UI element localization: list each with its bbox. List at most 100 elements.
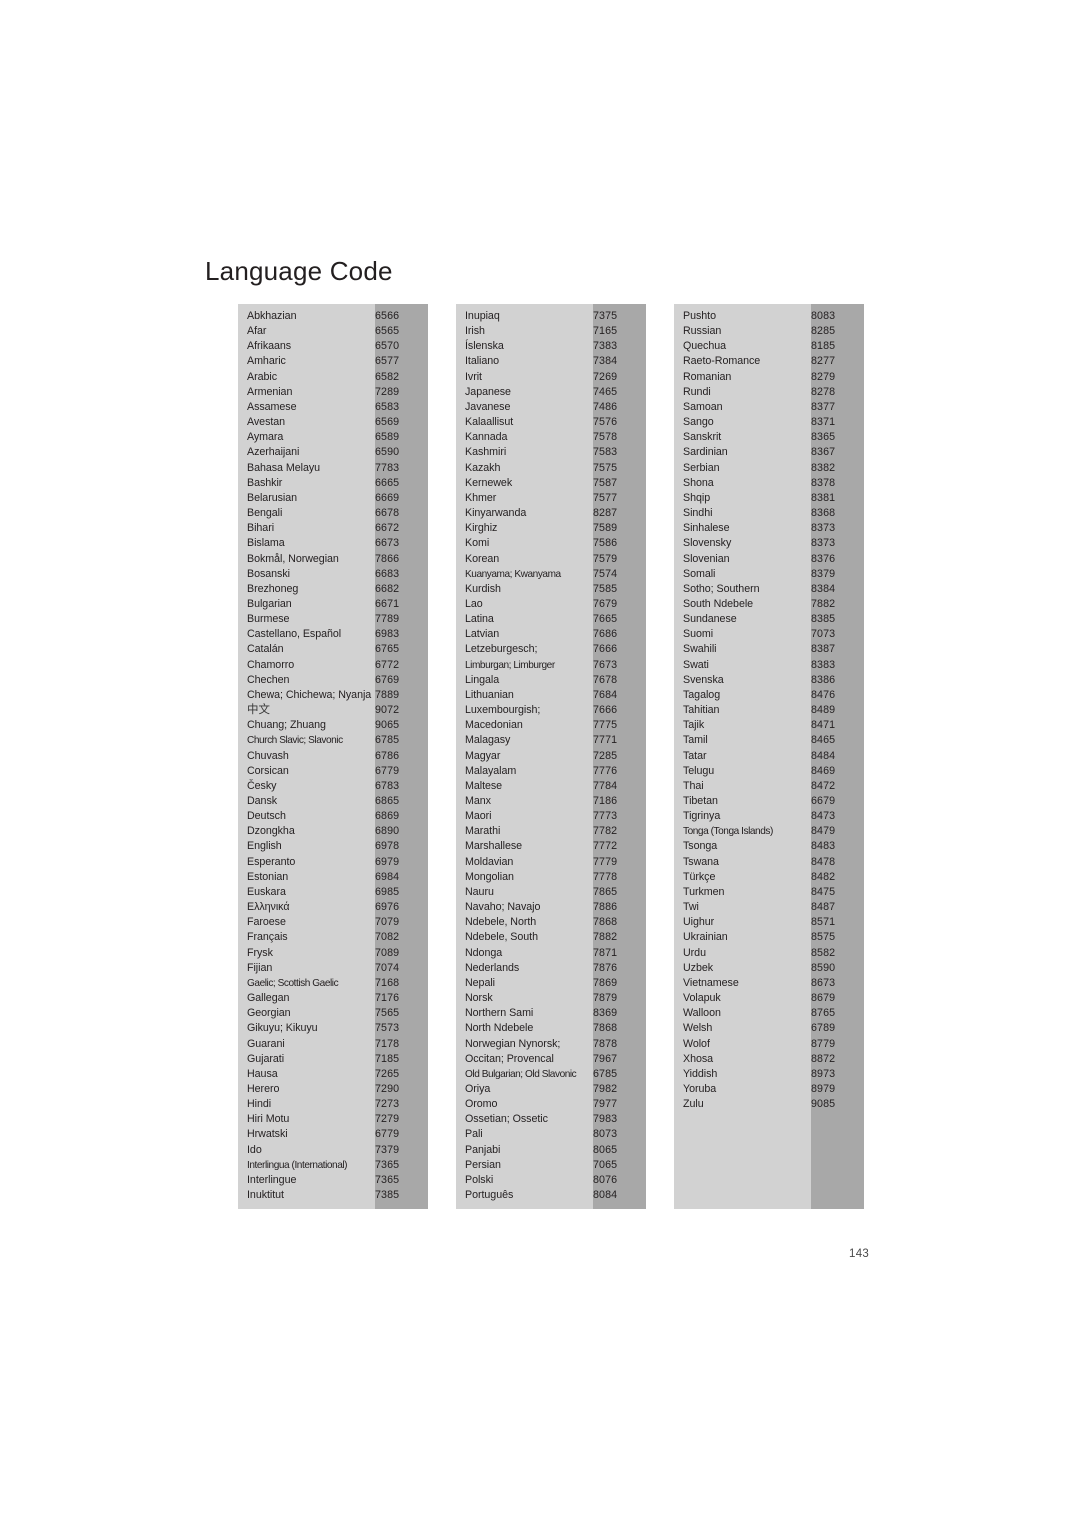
table-row: Norwegian Nynorsk; 7878 <box>456 1037 646 1052</box>
language-code-value: 8482 <box>811 870 836 883</box>
language-code-value: 8367 <box>811 446 836 459</box>
language-code-value: 7866 <box>375 552 400 565</box>
table-row: Français 7082 <box>238 930 428 945</box>
table-row: Wolof 8779 <box>674 1037 864 1052</box>
language-code-value: 7385 <box>375 1189 400 1202</box>
language-name: Kurdish <box>465 582 501 595</box>
language-code-value: 7573 <box>375 1022 400 1035</box>
language-code-value: 6765 <box>375 643 400 656</box>
table-row: Castellano, Español 6983 <box>238 627 428 642</box>
table-row: Dzongkha 6890 <box>238 824 428 839</box>
table-row: Deutsch 6869 <box>238 809 428 824</box>
table-row: Tigrinya 8473 <box>674 809 864 824</box>
language-name: Uzbek <box>683 961 714 974</box>
language-code-value: 8765 <box>811 1007 836 1020</box>
table-row: Bosanski 6683 <box>238 567 428 582</box>
language-name: Telugu <box>683 764 715 777</box>
language-name: Marshallese <box>465 840 523 853</box>
table-row: Kalaallisut 7576 <box>456 415 646 430</box>
language-name: Walloon <box>683 1007 721 1020</box>
language-name: Rundi <box>683 385 711 398</box>
table-row: Navaho; Navajo 7886 <box>456 900 646 915</box>
language-name: Lingala <box>465 673 500 686</box>
language-code-value: 6665 <box>375 476 400 489</box>
language-code-value: 7868 <box>593 1022 618 1035</box>
language-name: Yiddish <box>683 1067 718 1080</box>
language-code-value: 8465 <box>811 734 836 747</box>
language-code-value: 6779 <box>375 1128 400 1141</box>
language-code-value: 6985 <box>375 885 400 898</box>
language-code-value: 7977 <box>593 1098 618 1111</box>
language-name: Hindi <box>247 1098 272 1111</box>
language-code-value: 8973 <box>811 1067 836 1080</box>
table-row: Hrwatski 6779 <box>238 1127 428 1142</box>
language-name: Navaho; Navajo <box>465 901 541 914</box>
language-name: Tahitian <box>683 704 720 717</box>
table-row: Belarusian 6669 <box>238 491 428 506</box>
language-code-value: 7578 <box>593 431 618 444</box>
table-row: Ndebele, South 7882 <box>456 930 646 945</box>
language-code-value: 7775 <box>593 719 618 732</box>
language-code-value: 7967 <box>593 1052 618 1065</box>
table-row: Lingala 7678 <box>456 673 646 688</box>
language-name: Frysk <box>247 946 273 959</box>
language-name: Burmese <box>247 613 290 626</box>
language-name: Xhosa <box>683 1052 714 1065</box>
language-code-value: 6779 <box>375 764 400 777</box>
table-row: Nederlands 7876 <box>456 961 646 976</box>
language-name: Assamese <box>247 400 297 413</box>
language-code-value: 6590 <box>375 446 400 459</box>
language-code-value: 8379 <box>811 567 836 580</box>
language-name: Castellano, Español <box>247 628 342 641</box>
language-name: Tigrinya <box>683 810 721 823</box>
language-code-value: 7079 <box>375 916 400 929</box>
language-name: Javanese <box>465 400 511 413</box>
language-code-value: 7576 <box>593 416 618 429</box>
language-code-column: Abkhazian 6566 Afar 6565 Afrikaans 6570 Amhari… <box>238 304 428 1210</box>
language-name: Bengali <box>247 507 283 520</box>
language-name: Tatar <box>683 749 707 762</box>
language-code-value: 8484 <box>811 749 836 762</box>
table-row: Slovenian 8376 <box>674 552 864 567</box>
table-row: Sindhi 8368 <box>674 506 864 521</box>
document-page: Language Code Abkhazian 6566 Afar 6565 Afrik… <box>0 0 1080 1527</box>
table-row: Gallegan 7176 <box>238 991 428 1006</box>
table-row: Xhosa 8872 <box>674 1052 864 1067</box>
table-row: Hausa 7265 <box>238 1067 428 1082</box>
language-name: Persian <box>465 1158 501 1171</box>
language-code-value: 7290 <box>375 1082 400 1095</box>
table-row: North Ndebele 7868 <box>456 1021 646 1036</box>
language-code-value: 8065 <box>593 1143 618 1156</box>
table-row: Northern Sami 8369 <box>456 1006 646 1021</box>
table-row: Kashmiri 7583 <box>456 445 646 460</box>
language-code-value: 6979 <box>375 855 400 868</box>
language-name: Maltese <box>465 779 503 792</box>
table-row: Tagalog 8476 <box>674 688 864 703</box>
table-row: Kirghiz 7589 <box>456 521 646 536</box>
language-name: English <box>247 840 282 853</box>
language-name: Hrwatski <box>247 1128 288 1141</box>
table-row: Macedonian 7775 <box>456 718 646 733</box>
table-row: Serbian 8382 <box>674 461 864 476</box>
table-row: Chewa; Chichewa; Nyanja 7889 <box>238 688 428 703</box>
table-row: Suomi 7073 <box>674 627 864 642</box>
language-code-value: 6865 <box>375 795 400 807</box>
language-name: Luxembourgish; <box>465 704 541 717</box>
table-row: Inupiaq 7375 <box>456 309 646 324</box>
language-name: Ndebele, North <box>465 916 537 929</box>
table-row: Azerhaijani 6590 <box>238 445 428 460</box>
table-row: Quechua 8185 <box>674 339 864 354</box>
language-name: Inuktitut <box>247 1189 284 1202</box>
language-name: Herero <box>247 1082 280 1095</box>
table-row: Tibetan 6679 <box>674 794 864 809</box>
table-row: Ελληνικά 6976 <box>238 900 428 915</box>
language-name: Latvian <box>465 628 500 641</box>
language-name: Gaelic; Scottish Gaelic <box>247 977 339 989</box>
language-name: Français <box>247 931 288 944</box>
language-name: Uighur <box>683 916 715 929</box>
table-row: Tahitian 8489 <box>674 703 864 718</box>
table-row: Bihari 6672 <box>238 521 428 536</box>
table-row: Russian 8285 <box>674 324 864 339</box>
table-row: Walloon 8765 <box>674 1006 864 1021</box>
table-row: Gaelic; Scottish Gaelic 7168 <box>238 976 428 991</box>
